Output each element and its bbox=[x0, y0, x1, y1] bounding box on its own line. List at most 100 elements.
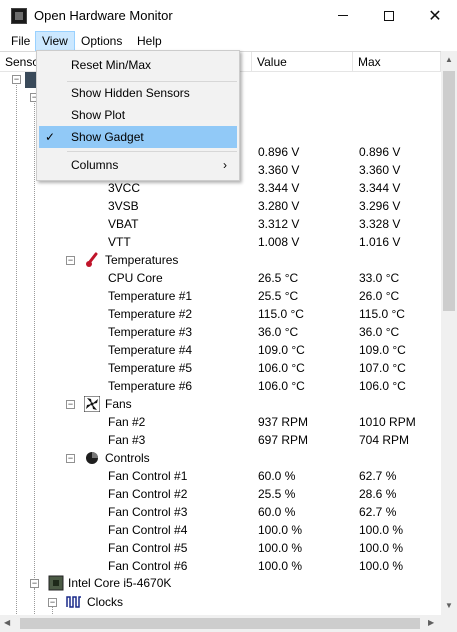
maximize-icon bbox=[384, 10, 394, 21]
sensor-value: 1.008 V bbox=[258, 235, 300, 249]
sensor-max: 704 RPM bbox=[359, 433, 410, 447]
sensor-value: 26.5 °C bbox=[258, 271, 299, 285]
table-row[interactable]: Fan Control #1 60.0 % 62.7 % bbox=[0, 467, 441, 485]
sensor-name: Temperature #6 bbox=[108, 379, 193, 393]
table-row[interactable]: VTT 1.008 V 1.016 V bbox=[0, 233, 441, 251]
group-label: Clocks bbox=[87, 595, 124, 609]
menu-file[interactable]: File bbox=[5, 31, 36, 51]
table-row[interactable]: Fan Control #2 25.5 % 28.6 % bbox=[0, 485, 441, 503]
menu-options[interactable]: Options bbox=[75, 31, 128, 51]
sensor-max: 109.0 °C bbox=[359, 343, 406, 357]
sensor-max: 106.0 °C bbox=[359, 379, 406, 393]
menu-item-show-gadget[interactable]: ✓ Show Gadget bbox=[39, 126, 237, 148]
table-row[interactable]: 3VSB 3.280 V 3.296 V bbox=[0, 197, 441, 215]
group-row-fans[interactable]: Fans bbox=[0, 395, 441, 413]
group-row-clocks[interactable]: Clocks bbox=[0, 593, 441, 611]
menu-item-reset-min-max[interactable]: Reset Min/Max bbox=[39, 54, 237, 76]
sensor-value: 697 RPM bbox=[258, 433, 309, 447]
sensor-name: Temperature #4 bbox=[108, 343, 193, 357]
menu-item-label: Reset Min/Max bbox=[71, 58, 152, 72]
menu-item-show-hidden-sensors[interactable]: Show Hidden Sensors bbox=[39, 82, 237, 104]
table-row[interactable]: Fan Control #4 100.0 % 100.0 % bbox=[0, 521, 441, 539]
expander-mainboard[interactable]: − bbox=[12, 75, 21, 84]
sensor-name: 3VSB bbox=[108, 199, 139, 213]
sensor-name: Temperature #5 bbox=[108, 361, 193, 375]
table-row[interactable]: VBAT 3.312 V 3.328 V bbox=[0, 215, 441, 233]
table-row[interactable]: 3VCC 3.344 V 3.344 V bbox=[0, 179, 441, 197]
column-value[interactable]: Value bbox=[252, 52, 353, 72]
sensor-max: 1010 RPM bbox=[359, 415, 416, 429]
sensor-max: 3.296 V bbox=[359, 199, 401, 213]
scroll-left-icon[interactable]: ◀ bbox=[4, 618, 10, 627]
sensor-value: 3.280 V bbox=[258, 199, 300, 213]
sensor-name: CPU Core bbox=[108, 271, 163, 285]
sensor-name: Fan Control #1 bbox=[108, 469, 188, 483]
table-row[interactable]: Temperature #3 36.0 °C 36.0 °C bbox=[0, 323, 441, 341]
table-row[interactable]: Fan Control #5 100.0 % 100.0 % bbox=[0, 539, 441, 557]
menu-item-show-plot[interactable]: Show Plot bbox=[39, 104, 237, 126]
scroll-right-icon[interactable]: ▶ bbox=[428, 618, 434, 627]
menu-item-label: Show Gadget bbox=[71, 130, 144, 144]
sensor-value: 106.0 °C bbox=[258, 361, 305, 375]
table-row[interactable]: Temperature #6 106.0 °C 106.0 °C bbox=[0, 377, 441, 395]
sensor-value: 60.0 % bbox=[258, 469, 296, 483]
submenu-arrow-icon: › bbox=[223, 158, 227, 172]
table-row[interactable]: Temperature #4 109.0 °C 109.0 °C bbox=[0, 341, 441, 359]
maximize-button[interactable] bbox=[366, 0, 412, 31]
table-row[interactable]: Fan Control #3 60.0 % 62.7 % bbox=[0, 503, 441, 521]
table-row[interactable]: Fan #3 697 RPM 704 RPM bbox=[0, 431, 441, 449]
vertical-scroll-thumb[interactable] bbox=[443, 71, 455, 311]
scroll-up-icon[interactable]: ▲ bbox=[445, 55, 453, 64]
sensor-value: 3.360 V bbox=[258, 163, 300, 177]
view-menu-dropdown: Reset Min/Max Show Hidden Sensors Show P… bbox=[36, 50, 240, 181]
group-label: Controls bbox=[105, 451, 150, 465]
table-row[interactable]: Fan #2 937 RPM 1010 RPM bbox=[0, 413, 441, 431]
minimize-button[interactable] bbox=[320, 0, 366, 31]
sensor-name: VTT bbox=[108, 235, 131, 249]
sensor-value: 25.5 % bbox=[258, 487, 296, 501]
vertical-scrollbar[interactable]: ▲ ▼ bbox=[441, 51, 457, 615]
menu-separator bbox=[67, 151, 237, 152]
sensor-name: Fan Control #6 bbox=[108, 559, 188, 573]
sensor-name: Fan Control #5 bbox=[108, 541, 188, 555]
group-row-cpu[interactable]: Intel Core i5-4670K bbox=[0, 574, 441, 592]
group-row-controls[interactable]: Controls bbox=[0, 449, 441, 467]
app-icon bbox=[11, 8, 27, 24]
sensor-max: 1.016 V bbox=[359, 235, 401, 249]
horizontal-scrollbar[interactable]: ◀ ▶ bbox=[0, 615, 441, 632]
sensor-max: 62.7 % bbox=[359, 505, 397, 519]
menu-item-columns[interactable]: Columns › bbox=[39, 154, 237, 176]
group-label: Temperatures bbox=[105, 253, 179, 267]
group-label: Fans bbox=[105, 397, 132, 411]
sensor-value: 109.0 °C bbox=[258, 343, 305, 357]
column-max[interactable]: Max bbox=[353, 52, 441, 72]
close-button[interactable]: ✕ bbox=[412, 0, 457, 31]
sensor-max: 100.0 % bbox=[359, 559, 404, 573]
sensor-max: 3.360 V bbox=[359, 163, 401, 177]
group-row-temperatures[interactable]: Temperatures bbox=[0, 251, 441, 269]
menu-bar: File View Options Help bbox=[0, 31, 457, 51]
table-row[interactable]: Fan Control #6 100.0 % 100.0 % bbox=[0, 557, 441, 575]
menu-help[interactable]: Help bbox=[131, 31, 168, 51]
menu-item-label: Columns bbox=[71, 158, 119, 172]
sensor-max: 115.0 °C bbox=[359, 307, 405, 321]
sensor-max: 3.344 V bbox=[359, 181, 401, 195]
sensor-name: Fan Control #2 bbox=[108, 487, 188, 501]
table-row[interactable]: CPU Core 26.5 °C 33.0 °C bbox=[0, 269, 441, 287]
sensor-max: 0.896 V bbox=[359, 145, 401, 159]
sensor-value: 25.5 °C bbox=[258, 289, 299, 303]
table-row[interactable]: Temperature #5 106.0 °C 107.0 °C bbox=[0, 359, 441, 377]
sensor-value: 937 RPM bbox=[258, 415, 309, 429]
scroll-corner bbox=[441, 615, 457, 632]
sensor-max: 62.7 % bbox=[359, 469, 397, 483]
sensor-name: Fan #3 bbox=[108, 433, 146, 447]
sensor-name: 3VCC bbox=[108, 181, 141, 195]
table-row[interactable]: Temperature #2 115.0 °C 115.0 °C bbox=[0, 305, 441, 323]
sensor-name: Fan Control #4 bbox=[108, 523, 188, 537]
sensor-max: 3.328 V bbox=[359, 217, 401, 231]
menu-view[interactable]: View bbox=[35, 31, 75, 51]
scroll-down-icon[interactable]: ▼ bbox=[445, 601, 453, 610]
horizontal-scroll-thumb[interactable] bbox=[20, 618, 420, 629]
title-bar[interactable]: Open Hardware Monitor ✕ bbox=[0, 0, 457, 31]
table-row[interactable]: Temperature #1 25.5 °C 26.0 °C bbox=[0, 287, 441, 305]
